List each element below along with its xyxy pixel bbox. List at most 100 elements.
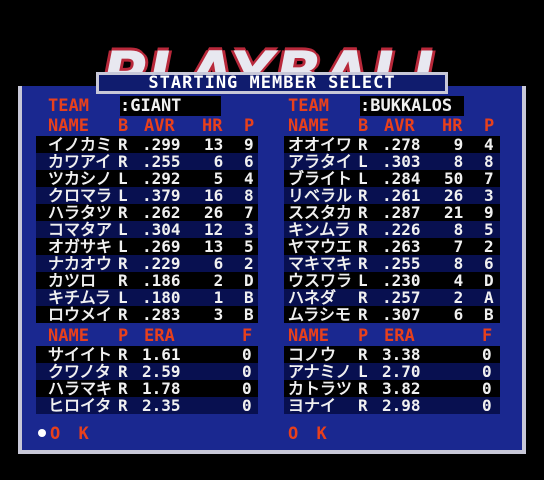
pitcher-era: 2.35: [142, 396, 181, 415]
batter-b: L: [118, 237, 128, 256]
pitcher-p: R: [358, 379, 368, 398]
ok-button-left[interactable]: O K: [50, 424, 93, 444]
team-name[interactable]: :BUKKALOS: [360, 96, 465, 116]
batter-hr: 12: [204, 220, 224, 239]
batter-b: L: [118, 169, 128, 188]
batter-p: 8: [244, 186, 254, 205]
pitcher-f: 0: [482, 396, 492, 415]
pitcher-name: アナミノ: [288, 362, 352, 381]
batter-avr: .262: [142, 203, 181, 222]
batter-hr: 8: [444, 220, 464, 239]
pitcher-era: 2.70: [382, 362, 421, 381]
batter-row[interactable]: ウスワラ L .230 4 D: [284, 272, 500, 289]
batter-row[interactable]: イノカミ R .299 13 9: [36, 136, 258, 153]
batter-row[interactable]: ムラシモ R .307 6 B: [284, 306, 500, 323]
batter-row[interactable]: マキマキ R .255 8 6: [284, 255, 500, 272]
batter-hr: 6: [444, 305, 464, 324]
batter-row[interactable]: ハネダ R .257 2 A: [284, 289, 500, 306]
batter-list: オオイワ R .278 9 4 アラタイ L .303 8 8 ブライト L .284 50 7 リベラル…: [284, 136, 500, 323]
batter-row[interactable]: カワアイ R .255 6 6: [36, 153, 258, 170]
col-hr: HR: [442, 116, 463, 136]
batter-p: 6: [484, 254, 494, 273]
team-name[interactable]: :GIANT: [120, 96, 222, 116]
batter-row[interactable]: キンムラ R .226 8 5: [284, 221, 500, 238]
batter-b: R: [118, 152, 128, 171]
batter-name: オオイワ: [288, 135, 353, 154]
pitcher-row[interactable]: クワノタ R 2.59 0: [36, 363, 258, 380]
pitcher-row[interactable]: ヒロイタ R 2.35 0: [36, 397, 258, 414]
pitcher-p: L: [358, 362, 368, 381]
batter-p: 4: [484, 135, 494, 154]
batter-avr: .292: [142, 169, 181, 188]
pitcher-p: R: [118, 362, 128, 381]
batter-row[interactable]: ヤマウエ R .263 7 2: [284, 238, 500, 255]
batter-row[interactable]: アラタイ L .303 8 8: [284, 153, 500, 170]
batter-name: カツロ: [48, 271, 97, 290]
batter-row[interactable]: ツカシノ L .292 5 4: [36, 170, 258, 187]
batter-row[interactable]: ブライト L .284 50 7: [284, 170, 500, 187]
pitcher-f: 0: [242, 379, 252, 398]
batter-row[interactable]: オオイワ R .278 9 4: [284, 136, 500, 153]
right-team-panel: TEAM :BUKKALOS NAME B AVR HR P オオイワ R .278…: [284, 96, 500, 414]
pitcher-p: R: [358, 396, 368, 415]
batter-row[interactable]: ロウメイ R .283 3 B: [36, 306, 258, 323]
pitcher-row[interactable]: サイイト R 1.61 0: [36, 346, 258, 363]
batter-hr: 13: [204, 135, 224, 154]
batter-avr: .304: [142, 220, 181, 239]
batter-row[interactable]: クロマラ L .379 16 8: [36, 187, 258, 204]
batter-p: D: [244, 271, 254, 290]
pitcher-row[interactable]: ヨナイ R 2.98 0: [284, 397, 500, 414]
batter-row[interactable]: ハラタツ R .262 26 7: [36, 204, 258, 221]
ok-button-right[interactable]: O K: [288, 424, 331, 444]
batter-row[interactable]: ススタカ R .287 21 9: [284, 204, 500, 221]
batter-p: 9: [484, 203, 494, 222]
batter-row[interactable]: オガサキ L .269 13 5: [36, 238, 258, 255]
batter-row[interactable]: キチムラ L .180 1 B: [36, 289, 258, 306]
pitcher-era: 2.98: [382, 396, 421, 415]
batter-avr: .269: [142, 237, 181, 256]
batter-name: ブライト: [288, 169, 353, 188]
pitcher-p: R: [118, 396, 128, 415]
batter-name: イノカミ: [48, 135, 113, 154]
col-era: ERA: [384, 326, 415, 346]
col-fatigue: F: [482, 326, 493, 346]
batter-avr: .186: [142, 271, 181, 290]
batter-p: 2: [244, 254, 254, 273]
pitcher-name: カトラツ: [288, 379, 353, 398]
pitcher-row[interactable]: アナミノ L 2.70 0: [284, 363, 500, 380]
batter-b: R: [358, 186, 368, 205]
batter-b: R: [118, 271, 128, 290]
batter-avr: .284: [382, 169, 421, 188]
batter-avr: .263: [382, 237, 421, 256]
batter-row[interactable]: リベラル R .261 26 3: [284, 187, 500, 204]
batter-avr: .278: [382, 135, 421, 154]
pitcher-row[interactable]: ハラマキ R 1.78 0: [36, 380, 258, 397]
pitcher-p: R: [358, 345, 368, 364]
batter-p: 3: [244, 220, 254, 239]
batter-b: R: [358, 135, 368, 154]
batter-p: 8: [484, 152, 494, 171]
pitcher-row[interactable]: カトラツ R 3.82 0: [284, 380, 500, 397]
batter-avr: .226: [382, 220, 421, 239]
batter-hr: 7: [444, 237, 464, 256]
col-hr: HR: [202, 116, 223, 136]
team-label: TEAM: [48, 96, 89, 116]
batter-hr: 6: [204, 254, 224, 273]
batter-b: L: [358, 169, 368, 188]
col-throws: P: [118, 326, 129, 346]
batter-name: ウスワラ: [288, 271, 353, 290]
batter-name: ナカオウ: [48, 254, 113, 273]
batter-row[interactable]: ナカオウ R .229 6 2: [36, 255, 258, 272]
left-team-panel: TEAM :GIANT NAME B AVR HR P イノカミ R .299 13 9…: [36, 96, 258, 414]
col-name: NAME: [288, 116, 329, 136]
pitcher-row[interactable]: コノウ R 3.38 0: [284, 346, 500, 363]
pitcher-f: 0: [242, 362, 252, 381]
batter-row[interactable]: カツロ R .186 2 D: [36, 272, 258, 289]
batter-name: コマタア: [48, 220, 113, 239]
batter-row[interactable]: コマタア L .304 12 3: [36, 221, 258, 238]
pitcher-name: ハラマキ: [48, 379, 113, 398]
batter-name: アラタイ: [288, 152, 353, 171]
batter-list: イノカミ R .299 13 9 カワアイ R .255 6 6 ツカシノ L .292 5 4 クロマラ…: [36, 136, 258, 323]
col-bats: B: [118, 116, 129, 136]
pitcher-era: 3.82: [382, 379, 421, 398]
